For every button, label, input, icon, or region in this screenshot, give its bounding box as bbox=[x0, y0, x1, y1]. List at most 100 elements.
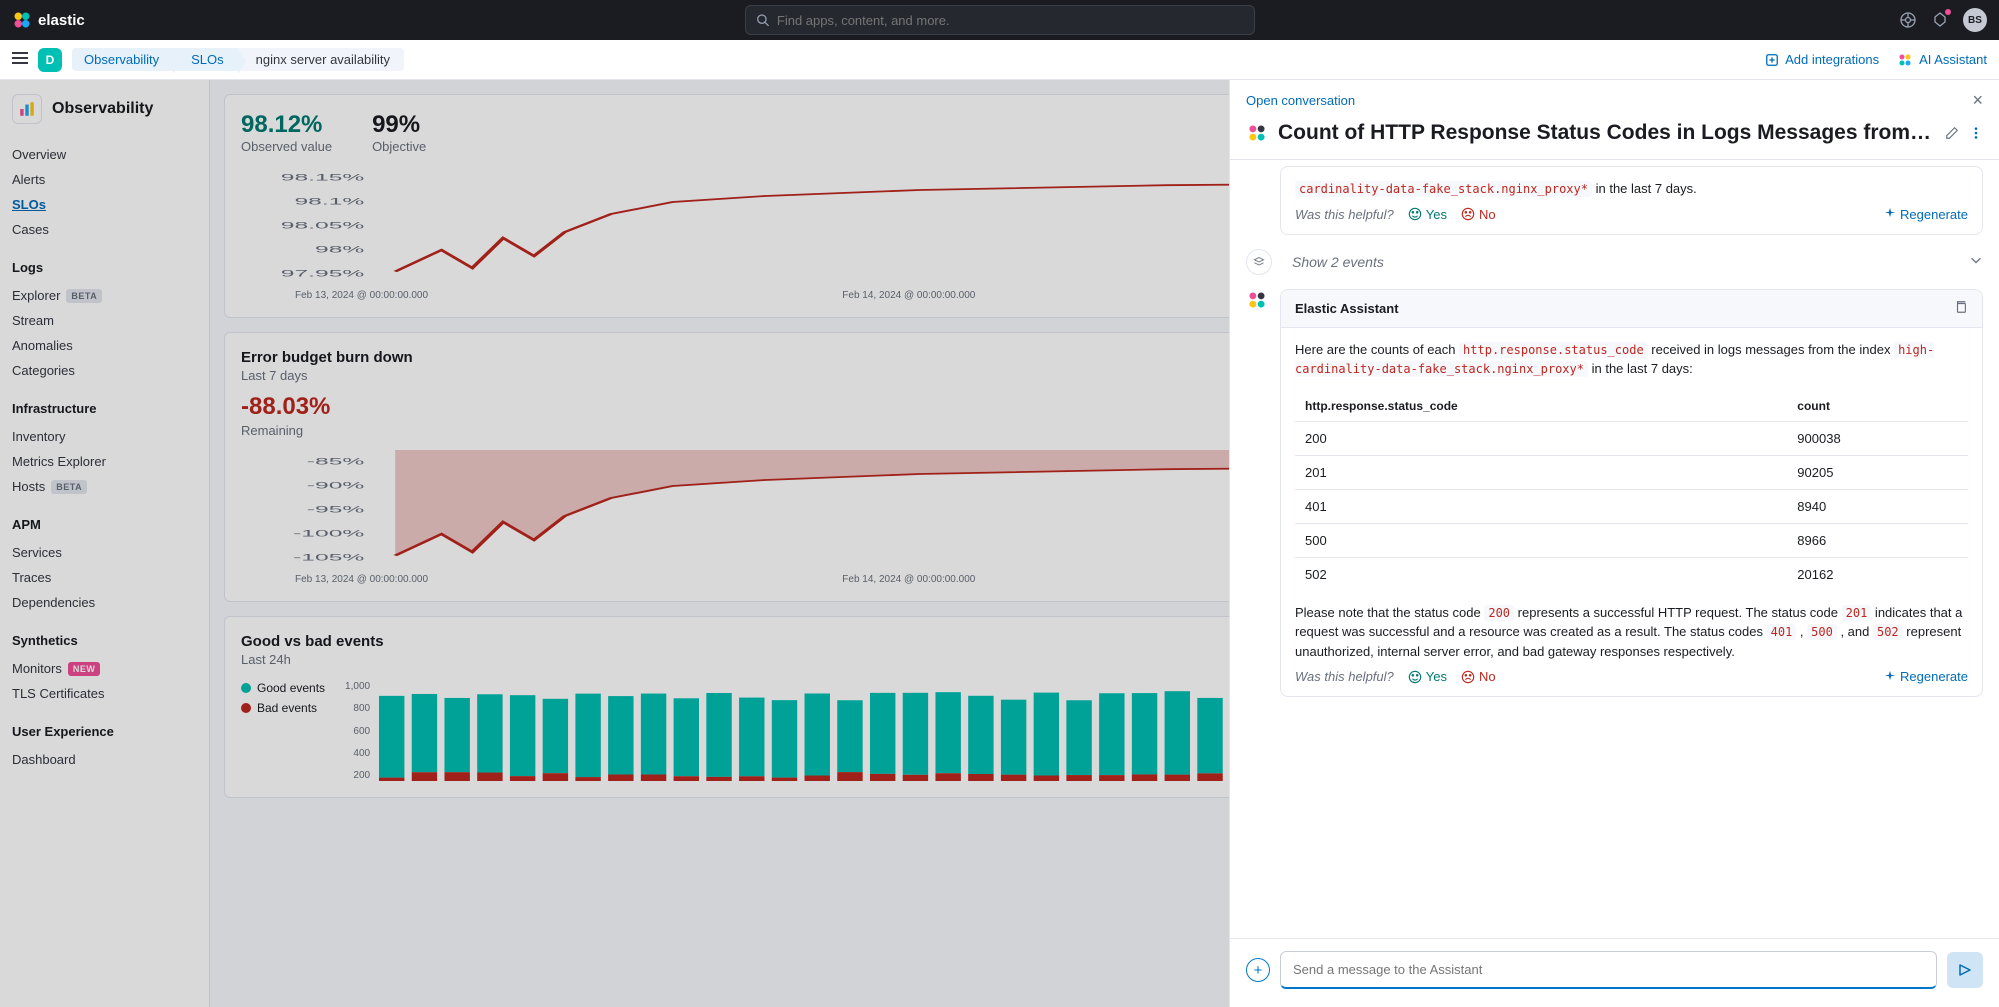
sidebar-item-dependencies[interactable]: Dependencies bbox=[12, 590, 197, 615]
open-conversation-link[interactable]: Open conversation bbox=[1246, 93, 1355, 108]
add-integrations-link[interactable]: Add integrations bbox=[1765, 52, 1879, 67]
svg-text:-85%: -85% bbox=[307, 456, 365, 467]
feedback-no-button[interactable]: No bbox=[1461, 207, 1496, 222]
sidebar-item-anomalies[interactable]: Anomalies bbox=[12, 333, 197, 358]
sidebar-item-cases[interactable]: Cases bbox=[12, 217, 197, 242]
table-row: 5008966 bbox=[1295, 523, 1968, 557]
nav-toggle-icon[interactable] bbox=[12, 51, 28, 68]
smile-icon bbox=[1408, 207, 1422, 221]
sidebar-group-title: Infrastructure bbox=[12, 401, 197, 416]
regenerate-button[interactable]: Regenerate bbox=[1884, 669, 1968, 684]
global-search[interactable] bbox=[745, 5, 1255, 35]
breadcrumb-current: nginx server availability bbox=[238, 48, 404, 71]
breadcrumb: Observability SLOs nginx server availabi… bbox=[72, 48, 404, 71]
edit-icon[interactable] bbox=[1945, 126, 1959, 140]
regenerate-button[interactable]: Regenerate bbox=[1884, 207, 1968, 222]
sidebar-item-categories[interactable]: Categories bbox=[12, 358, 197, 383]
svg-text:98.1%: 98.1% bbox=[294, 196, 364, 207]
assistant-message-card: cardinality-data-fake_stack.nginx_proxy*… bbox=[1280, 166, 1983, 235]
ai-assistant-icon bbox=[1897, 52, 1913, 68]
brand-name: elastic bbox=[38, 12, 85, 29]
help-icon[interactable] bbox=[1899, 11, 1917, 29]
objective-label: Objective bbox=[372, 139, 426, 154]
sidebar-item-metrics-explorer[interactable]: Metrics Explorer bbox=[12, 449, 197, 474]
conversation-title: Count of HTTP Response Status Codes in L… bbox=[1278, 121, 1935, 145]
layers-icon bbox=[1246, 249, 1272, 275]
table-row: 4018940 bbox=[1295, 489, 1968, 523]
svg-text:97.95%: 97.95% bbox=[281, 268, 365, 279]
close-icon[interactable]: × bbox=[1972, 90, 1983, 111]
send-icon bbox=[1957, 962, 1973, 978]
add-attachment-button[interactable]: + bbox=[1246, 958, 1270, 982]
show-events-toggle[interactable]: Show 2 events bbox=[1230, 235, 1999, 289]
sidebar-group-title: Synthetics bbox=[12, 633, 197, 648]
brand-logo[interactable]: elastic bbox=[12, 10, 85, 30]
sidebar-item-services[interactable]: Services bbox=[12, 540, 197, 565]
svg-text:-100%: -100% bbox=[293, 528, 364, 539]
feedback-yes-button[interactable]: Yes bbox=[1408, 207, 1447, 222]
table-row: 200900038 bbox=[1295, 421, 1968, 455]
table-row: 20190205 bbox=[1295, 455, 1968, 489]
global-header: elastic BS bbox=[0, 0, 1999, 40]
sidebar-item-traces[interactable]: Traces bbox=[12, 565, 197, 590]
send-button[interactable] bbox=[1947, 952, 1983, 988]
sidebar-item-stream[interactable]: Stream bbox=[12, 308, 197, 333]
sidebar-item-dashboard[interactable]: Dashboard bbox=[12, 747, 197, 772]
badge: BETA bbox=[66, 289, 102, 303]
ai-assistant-link[interactable]: AI Assistant bbox=[1897, 52, 1987, 68]
sidebar-item-monitors[interactable]: MonitorsNEW bbox=[12, 656, 197, 681]
observed-label: Observed value bbox=[241, 139, 332, 154]
sidebar-group-title: APM bbox=[12, 517, 197, 532]
table-row: 50220162 bbox=[1295, 557, 1968, 591]
objective-value: 99% bbox=[372, 111, 426, 139]
sidebar-item-hosts[interactable]: HostsBETA bbox=[12, 474, 197, 499]
svg-text:-90%: -90% bbox=[307, 480, 365, 491]
assistant-response-card: Elastic Assistant Here are the counts of… bbox=[1280, 289, 1983, 698]
assistant-name: Elastic Assistant bbox=[1295, 301, 1399, 316]
ai-assistant-icon bbox=[1246, 122, 1268, 144]
sidebar-title: Observability bbox=[52, 100, 153, 118]
sidebar-item-overview[interactable]: Overview bbox=[12, 142, 197, 167]
global-search-input[interactable] bbox=[777, 13, 1244, 28]
svg-text:-105%: -105% bbox=[293, 552, 364, 563]
status-code-table: http.response.status_code count 20090003… bbox=[1295, 391, 1968, 591]
svg-text:98.05%: 98.05% bbox=[281, 220, 365, 231]
svg-text:98%: 98% bbox=[315, 244, 364, 255]
smile-icon bbox=[1408, 670, 1422, 684]
frown-icon bbox=[1461, 670, 1475, 684]
svg-text:-95%: -95% bbox=[307, 504, 365, 515]
newsfeed-icon[interactable] bbox=[1931, 11, 1949, 29]
sub-header: D Observability SLOs nginx server availa… bbox=[0, 40, 1999, 80]
space-selector[interactable]: D bbox=[38, 48, 62, 72]
sidebar-item-alerts[interactable]: Alerts bbox=[12, 167, 197, 192]
feedback-yes-button[interactable]: Yes bbox=[1408, 669, 1447, 684]
sidebar: Observability OverviewAlertsSLOsCases Log… bbox=[0, 80, 210, 1007]
assistant-message-input[interactable] bbox=[1280, 951, 1937, 989]
code-snippet: cardinality-data-fake_stack.nginx_proxy* bbox=[1295, 181, 1592, 197]
sidebar-item-slos[interactable]: SLOs bbox=[12, 192, 197, 217]
feedback-no-button[interactable]: No bbox=[1461, 669, 1496, 684]
sidebar-group-title: Logs bbox=[12, 260, 197, 275]
chevron-down-icon bbox=[1969, 253, 1983, 270]
observability-app-icon bbox=[12, 94, 42, 124]
sidebar-item-inventory[interactable]: Inventory bbox=[12, 424, 197, 449]
copy-icon[interactable] bbox=[1954, 300, 1968, 317]
frown-icon bbox=[1461, 207, 1475, 221]
elastic-logo-icon bbox=[12, 10, 32, 30]
sidebar-item-explorer[interactable]: ExplorerBETA bbox=[12, 283, 197, 308]
integrations-icon bbox=[1765, 53, 1779, 67]
sidebar-group-title: User Experience bbox=[12, 724, 197, 739]
sparkle-icon bbox=[1884, 208, 1896, 220]
breadcrumb-observability[interactable]: Observability bbox=[72, 48, 173, 71]
search-icon bbox=[756, 13, 769, 27]
sidebar-item-tls-certificates[interactable]: TLS Certificates bbox=[12, 681, 197, 706]
events-legend: Good events Bad events bbox=[241, 681, 325, 781]
svg-text:98.15%: 98.15% bbox=[281, 172, 365, 183]
assistant-avatar-icon bbox=[1246, 289, 1268, 314]
more-icon[interactable] bbox=[1969, 126, 1983, 140]
ai-assistant-panel: Open conversation × Count of HTTP Respon… bbox=[1229, 80, 1999, 1007]
user-avatar[interactable]: BS bbox=[1963, 8, 1987, 32]
breadcrumb-slos[interactable]: SLOs bbox=[173, 48, 238, 71]
feedback-label: Was this helpful? bbox=[1295, 207, 1394, 222]
sparkle-icon bbox=[1884, 671, 1896, 683]
